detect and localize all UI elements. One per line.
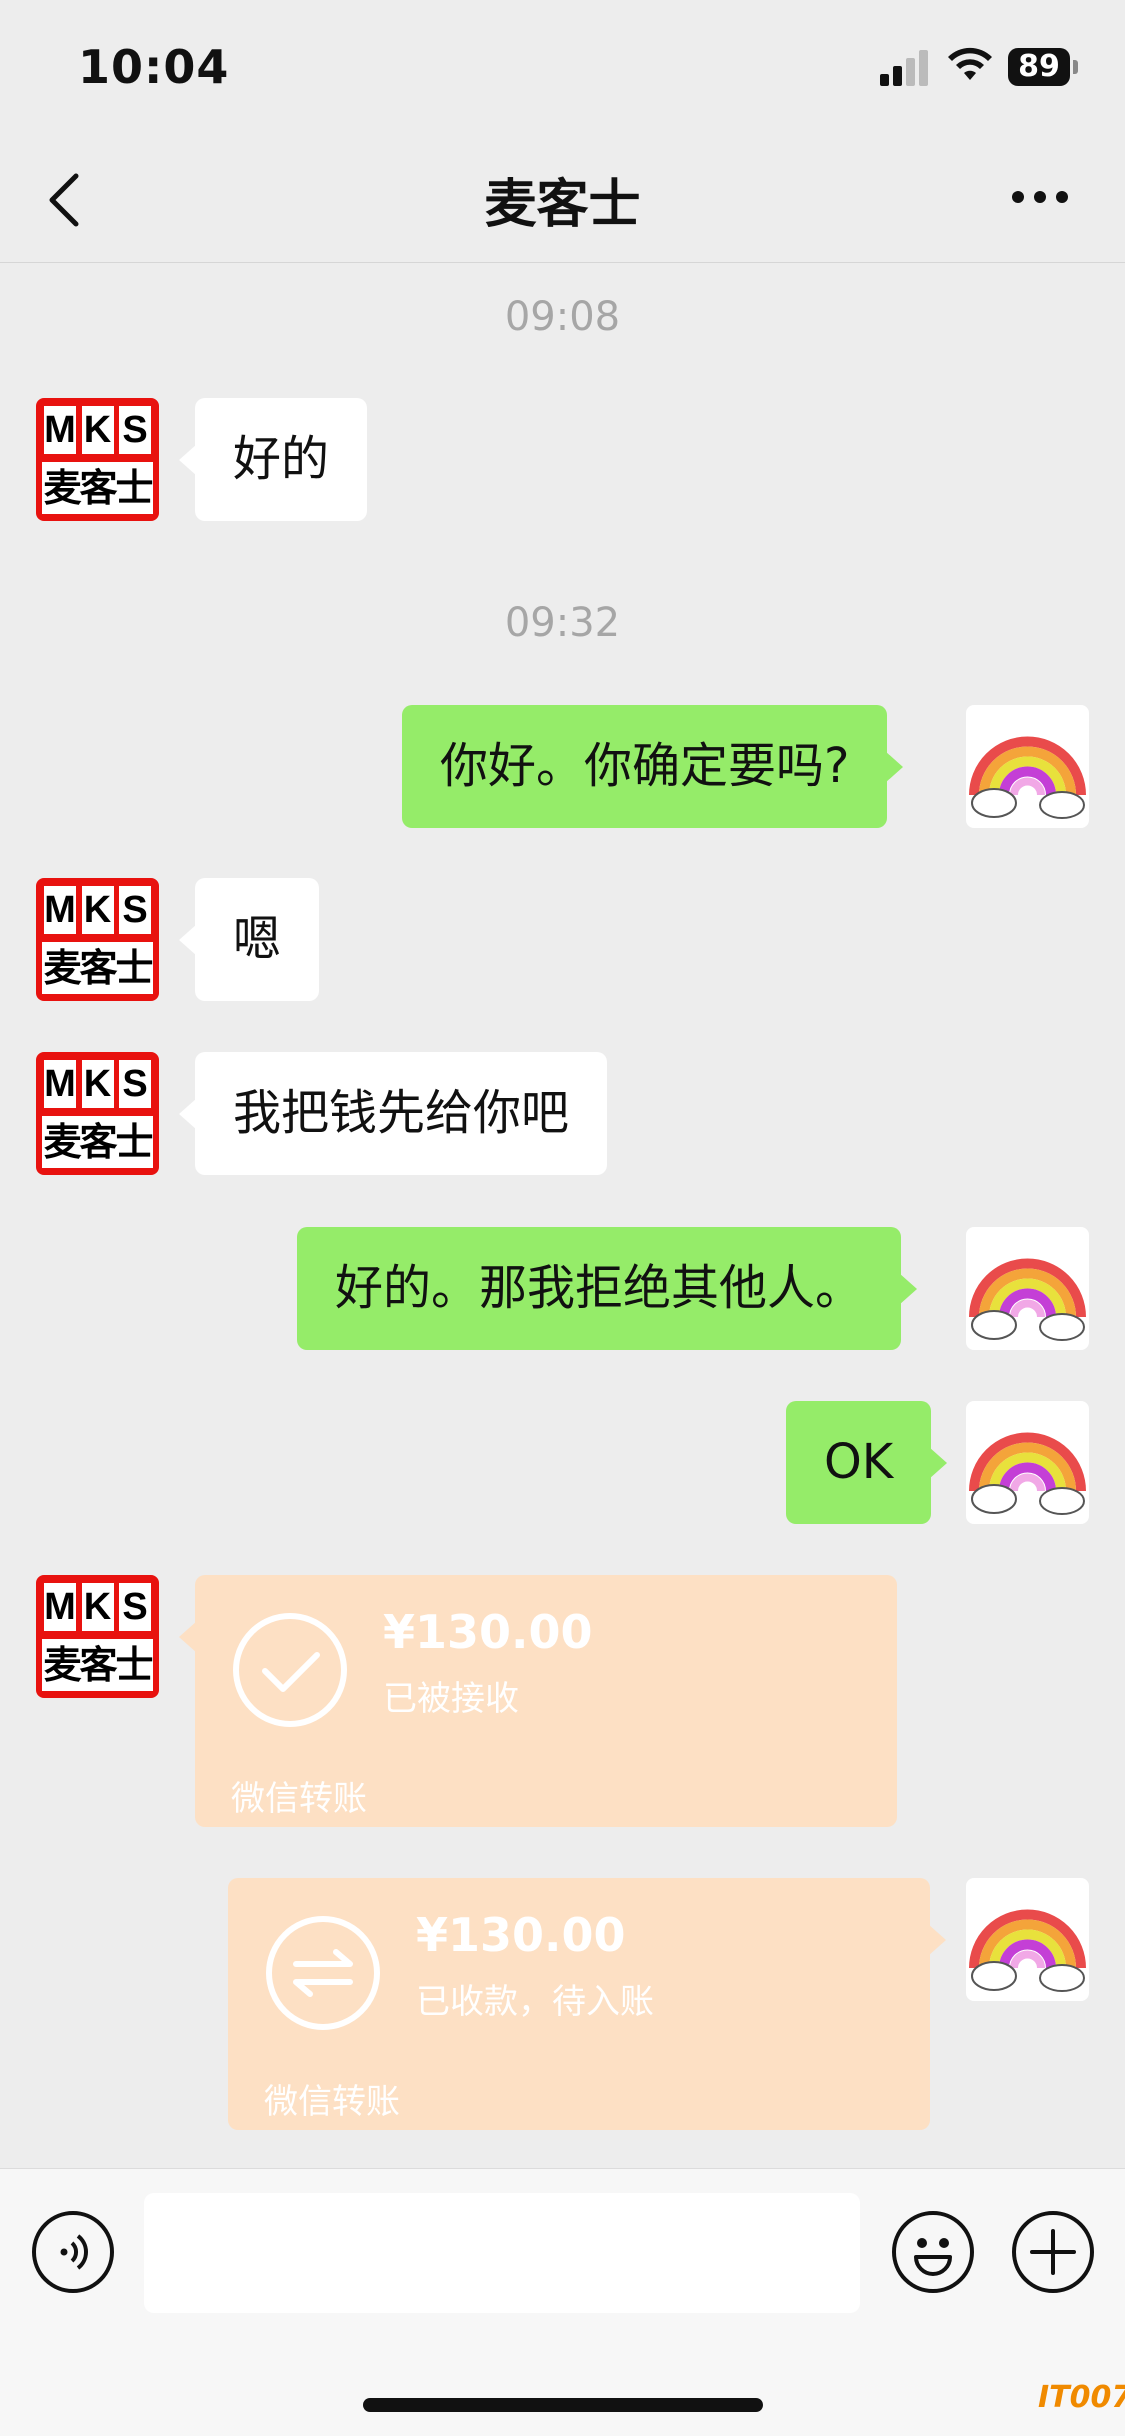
my-avatar[interactable] <box>966 1878 1089 2001</box>
transfer-status: 已收款，待入账 <box>416 1982 654 2022</box>
voice-icon <box>60 2234 88 2270</box>
sent-message[interactable]: 你好。你确定要吗? <box>402 705 904 828</box>
transfer-label: 微信转账 <box>231 1779 367 1819</box>
battery-indicator: 89 <box>1008 48 1070 86</box>
my-avatar[interactable] <box>966 1401 1089 1524</box>
contact-avatar[interactable]: MKS 麦客士 <box>36 1052 159 1175</box>
battery-nub <box>1073 60 1078 74</box>
rainbow-icon <box>969 736 1086 819</box>
sent-message[interactable]: 好的。那我拒绝其他人。 <box>297 1227 918 1350</box>
home-indicator[interactable] <box>363 2398 763 2412</box>
input-bar <box>0 2168 1125 2436</box>
more-options-icon[interactable] <box>1010 187 1070 207</box>
more-functions-button[interactable] <box>1012 2211 1094 2293</box>
transfer-status: 已被接收 <box>383 1679 519 1719</box>
rainbow-icon <box>969 1258 1086 1341</box>
contact-avatar[interactable]: MKS 麦客士 <box>36 878 159 1001</box>
voice-input-button[interactable] <box>32 2211 114 2293</box>
rainbow-icon <box>969 1432 1086 1515</box>
my-avatar[interactable] <box>966 705 1089 828</box>
transfer-card-pending[interactable]: ¥130.00 已收款，待入账 微信转账 <box>228 1878 946 2130</box>
transfer-amount: ¥130.00 <box>383 1605 593 1659</box>
chat-title: 麦客士 <box>484 175 641 235</box>
my-avatar[interactable] <box>966 1227 1089 1350</box>
transfer-label: 微信转账 <box>264 2082 400 2122</box>
checkmark-circle-icon <box>233 1613 347 1727</box>
rainbow-icon <box>969 1909 1086 1992</box>
transfer-arrows-icon <box>266 1916 380 2030</box>
received-message[interactable]: 嗯 <box>178 878 320 1001</box>
smiley-icon <box>914 2238 952 2276</box>
watermark-logo: IT007 <box>1038 2380 1125 2415</box>
transfer-card-accepted[interactable]: ¥130.00 已被接收 微信转账 <box>179 1575 897 1827</box>
wifi-icon <box>948 47 992 80</box>
contact-avatar[interactable]: MKS 麦客士 <box>36 1575 159 1698</box>
transfer-amount: ¥130.00 <box>416 1908 626 1962</box>
status-time: 10:04 <box>78 40 230 94</box>
emoji-button[interactable] <box>892 2211 974 2293</box>
message-input[interactable] <box>144 2193 860 2313</box>
contact-avatar[interactable]: MKS 麦客士 <box>36 398 159 521</box>
cellular-signal-icon <box>880 48 930 86</box>
received-message[interactable]: 好的 <box>178 398 368 521</box>
timestamp: 09:32 <box>504 600 621 646</box>
status-bar: 10:04 89 <box>0 0 1125 135</box>
received-message[interactable]: 我把钱先给你吧 <box>178 1052 608 1175</box>
sent-message[interactable]: OK <box>786 1401 948 1524</box>
timestamp: 09:08 <box>504 294 621 340</box>
plus-icon <box>1030 2229 1076 2275</box>
